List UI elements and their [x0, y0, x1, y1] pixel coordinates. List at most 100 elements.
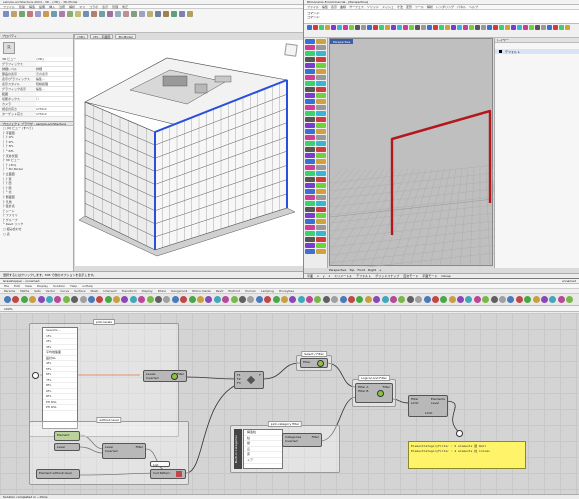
gh-component-icon[interactable] [331, 296, 339, 303]
gh-component-icon[interactable] [297, 296, 305, 303]
rhino-side-tool-icon[interactable] [305, 105, 315, 110]
rhino-side-tool-icon[interactable] [305, 219, 315, 224]
gh-component-icon[interactable] [222, 296, 230, 303]
ribbon-tab[interactable]: 挿入 [49, 5, 55, 9]
gh-component-icon[interactable] [12, 296, 20, 303]
rhino-tool-icon[interactable] [463, 25, 468, 30]
rhino-side-tool-icon[interactable] [305, 159, 315, 164]
gh-component-icon[interactable] [247, 296, 255, 303]
rhino-side-tool-icon[interactable] [316, 45, 326, 50]
output-panel[interactable]: ElementCategoryFilter : 6 elements 壁 Wal… [408, 441, 526, 469]
rhino-tool-icon[interactable] [421, 25, 426, 30]
rhino-tool-icon[interactable] [319, 25, 324, 30]
gh-component-icon[interactable] [71, 296, 79, 303]
property-value[interactable]: 詳細 [36, 67, 73, 71]
rhino-side-tool-icon[interactable] [316, 75, 326, 80]
element-without-level-node[interactable]: Element without level [36, 469, 80, 479]
rhino-tool-icon[interactable] [559, 25, 564, 30]
ribbon-tool-icon[interactable] [91, 11, 97, 17]
rhino-side-tool-icon[interactable] [305, 51, 315, 56]
property-value[interactable]: 編集... [36, 87, 73, 91]
gh-component-icon[interactable] [238, 296, 246, 303]
gh-component-icon[interactable] [339, 296, 347, 303]
rhino-side-tool-icon[interactable] [316, 57, 326, 62]
rhino-tool-icon[interactable] [535, 25, 540, 30]
rhino-tool-icon[interactable] [343, 25, 348, 30]
view-tab[interactable]: {3D} [74, 34, 89, 39]
rhino-side-tool-icon[interactable] [305, 195, 315, 200]
property-value[interactable]: 編集... [36, 77, 73, 81]
rhino-side-tool-icon[interactable] [305, 243, 315, 248]
rhino-side-tool-icon[interactable] [305, 69, 315, 74]
property-value[interactable]: {3D} [36, 57, 73, 61]
rhino-side-tool-icon[interactable] [316, 237, 326, 242]
gh-component-icon[interactable] [146, 296, 154, 303]
rhino-side-tool-icon[interactable] [316, 189, 326, 194]
gh-component-icon[interactable] [348, 296, 356, 303]
rhino-side-tool-icon[interactable] [305, 117, 315, 122]
ribbon-tab[interactable]: ファイル [3, 5, 15, 9]
rhino-tool-icon[interactable] [487, 25, 492, 30]
rhino-tool-icon[interactable] [349, 25, 354, 30]
type-selector-icon[interactable]: R [3, 42, 15, 54]
ribbon-tool-icon[interactable] [163, 11, 169, 17]
ribbon-tool-icon[interactable] [75, 11, 81, 17]
gh-component-icon[interactable] [322, 296, 330, 303]
level-value-list[interactable]: SearchL... 1FL 2FL 3FL 平均地盤面 設計GL 4FL 5FL 6FL 7FL… [42, 327, 78, 429]
rhino-tool-icon[interactable] [505, 25, 510, 30]
ribbon-tool-icon[interactable] [139, 11, 145, 17]
rhino-tool-icon[interactable] [511, 25, 516, 30]
rhino-perspective-viewport[interactable]: Perspective [329, 38, 494, 267]
rhino-tool-icon[interactable] [373, 25, 378, 30]
gh-component-icon[interactable] [230, 296, 238, 303]
property-value[interactable] [36, 62, 73, 66]
rhino-side-tool-icon[interactable] [305, 237, 315, 242]
rhino-tool-icon[interactable] [337, 25, 342, 30]
gh-component-icon[interactable] [406, 296, 414, 303]
command-line-2[interactable]: コマンド: [307, 15, 576, 19]
rhino-side-tool-icon[interactable] [305, 45, 315, 50]
ribbon-tab[interactable]: 構造 [29, 5, 35, 9]
rhino-side-tool-icon[interactable] [316, 225, 326, 230]
rhino-side-tool-icon[interactable] [316, 87, 326, 92]
rhino-side-tool-icon[interactable] [316, 111, 326, 116]
levels-filter-component[interactable]: Levels Inverted Filter [143, 370, 187, 382]
rhino-side-tool-icon[interactable] [316, 69, 326, 74]
rhino-side-tool-icon[interactable] [316, 171, 326, 176]
rhino-tool-icon[interactable] [325, 25, 330, 30]
rhino-side-tool-icon[interactable] [316, 207, 326, 212]
gh-component-icon[interactable] [255, 296, 263, 303]
gh-category-tab[interactable]: Params [4, 289, 15, 293]
gh-component-icon[interactable] [29, 296, 37, 303]
revit-3d-view[interactable] [75, 40, 303, 266]
rhino-side-tool-icon[interactable] [305, 87, 315, 92]
rhino-side-tool-icon[interactable] [316, 129, 326, 134]
ribbon-tab[interactable]: 注釈 [59, 5, 65, 9]
rhino-tool-icon[interactable] [529, 25, 534, 30]
property-value[interactable]: 元の表示 [36, 72, 73, 76]
rhino-tool-icon[interactable] [355, 25, 360, 30]
gh-canvas[interactable]: pick-levels SearchL... 1FL 2FL 3FL 平均地盤面 設計GL… [0, 313, 579, 495]
rhino-side-tool-icon[interactable] [316, 63, 326, 68]
property-value[interactable]: ☐ [36, 97, 73, 101]
rhino-side-tool-icon[interactable] [305, 39, 315, 44]
gh-menu-item[interactable]: Display [37, 284, 48, 288]
rhino-side-tool-icon[interactable] [305, 99, 315, 104]
rhino-tool-icon[interactable] [451, 25, 456, 30]
rhino-side-tool-icon[interactable] [305, 147, 315, 152]
query-elements-component[interactable]: Filter Limit Elements Level Limit [408, 395, 448, 417]
rhino-side-tool-icon[interactable] [316, 219, 326, 224]
gh-category-tab[interactable]: Revit [216, 289, 224, 293]
gh-component-icon[interactable] [87, 296, 95, 303]
rhino-menu-item[interactable]: 変形 [406, 5, 412, 9]
gh-component-icon[interactable] [356, 296, 364, 303]
gh-component-icon[interactable] [448, 296, 456, 303]
gh-component-icon[interactable] [96, 296, 104, 303]
rhino-menu-item[interactable]: 寸法 [397, 5, 403, 9]
rhino-tool-icon[interactable] [403, 25, 408, 30]
rhino-side-tool-icon[interactable] [316, 135, 326, 140]
gh-category-tab[interactable]: Transform [122, 289, 137, 293]
rhino-tool-icon[interactable] [385, 25, 390, 30]
gh-component-icon[interactable] [398, 296, 406, 303]
rhino-tool-icon[interactable] [415, 25, 420, 30]
